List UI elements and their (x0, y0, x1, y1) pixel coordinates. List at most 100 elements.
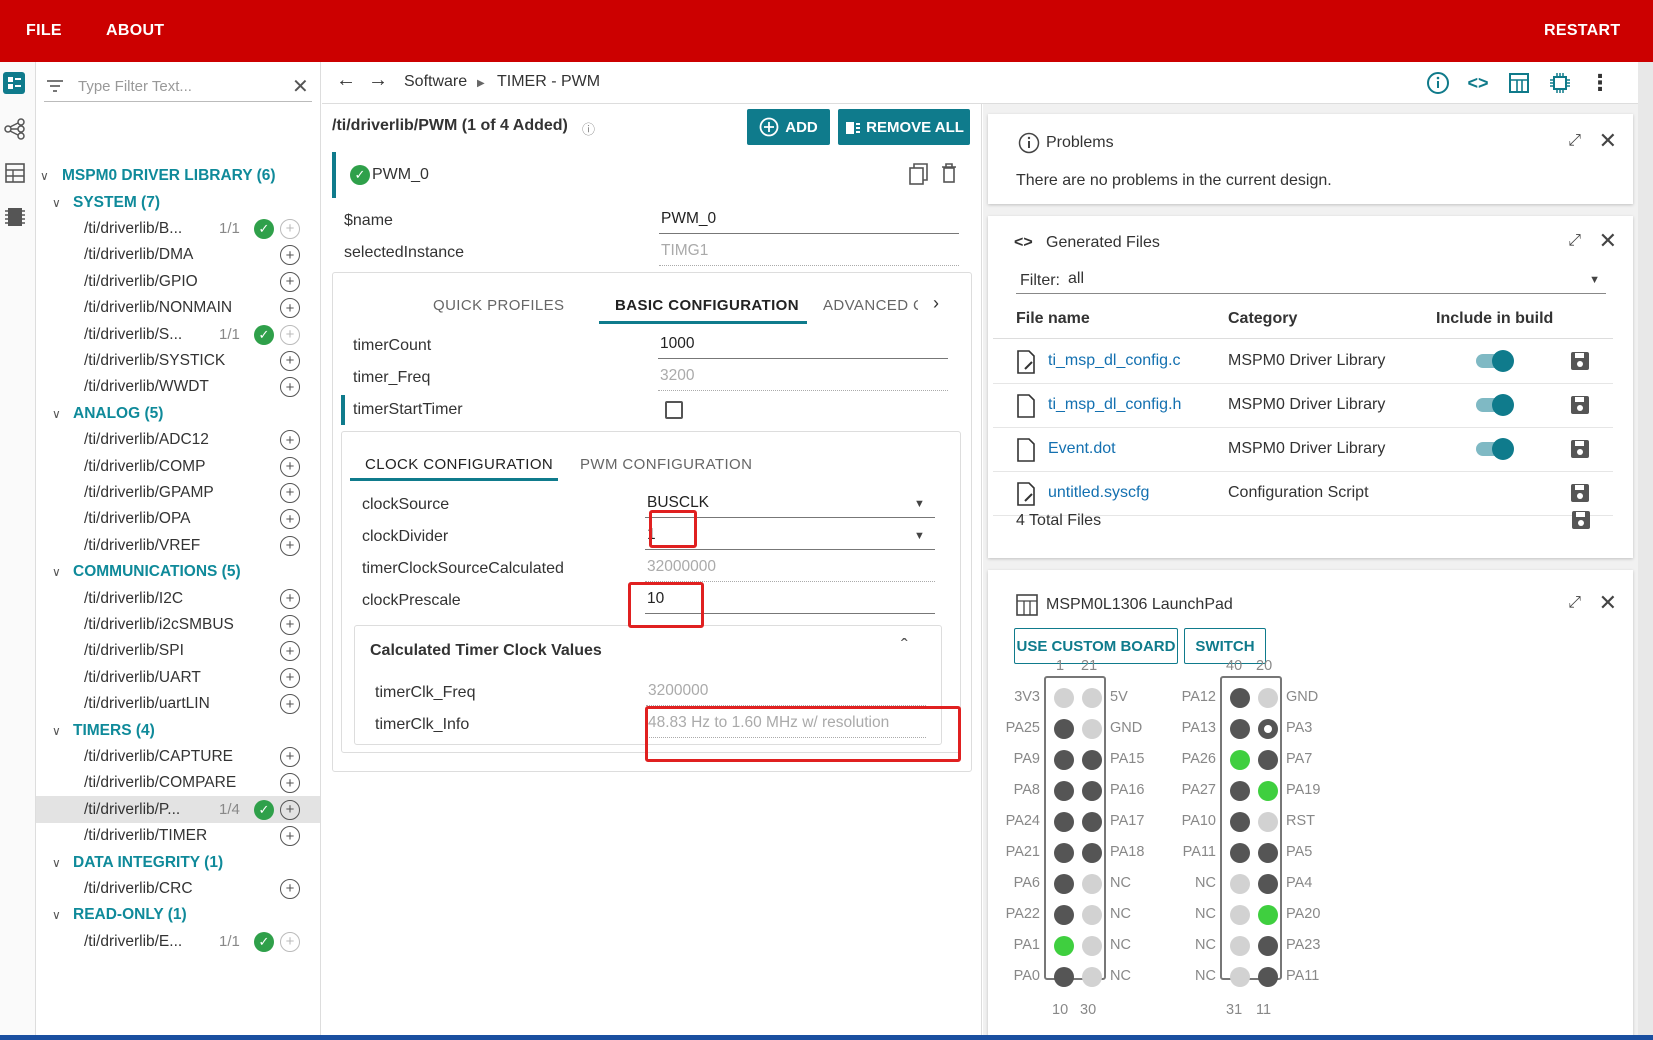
tree-category[interactable]: ∨ ANALOG (5) (36, 400, 320, 427)
pin[interactable] (1230, 750, 1250, 770)
tree-module[interactable]: /ti/driverlib/TIMER + (36, 823, 320, 850)
add-module-icon[interactable]: + (280, 826, 300, 847)
forward-arrow-icon[interactable]: → (368, 69, 388, 92)
pin[interactable] (1258, 905, 1278, 925)
topology-view-icon[interactable] (2, 116, 28, 142)
add-module-icon[interactable]: + (280, 641, 300, 662)
pin[interactable] (1054, 781, 1074, 801)
file-name-link[interactable]: untitled.syscfg (1048, 484, 1149, 502)
tree-module[interactable]: /ti/driverlib/E... 1/1 ✓ + (36, 928, 320, 955)
pin[interactable] (1230, 905, 1250, 925)
include-toggle[interactable] (1476, 438, 1514, 460)
add-module-icon[interactable]: + (280, 878, 300, 899)
file-menu[interactable]: FILE (26, 22, 62, 40)
pin[interactable] (1082, 905, 1102, 925)
close-icon[interactable]: ✕ (1599, 590, 1617, 616)
save-icon[interactable] (1571, 484, 1589, 502)
tree-module[interactable]: /ti/driverlib/ADC12 + (36, 427, 320, 454)
pin[interactable] (1054, 688, 1074, 708)
add-module-icon[interactable]: + (280, 377, 300, 398)
add-module-icon[interactable]: + (280, 588, 300, 609)
dropdown-icon[interactable]: ▼ (914, 530, 925, 542)
pin[interactable] (1082, 812, 1102, 832)
tree-module[interactable]: /ti/driverlib/VREF + (36, 532, 320, 559)
delete-icon[interactable] (940, 162, 958, 184)
more-vert-icon[interactable]: ⋮ (1587, 70, 1613, 96)
tree-module[interactable]: /ti/driverlib/NONMAIN + (36, 295, 320, 322)
pin[interactable] (1054, 967, 1074, 987)
board-view-icon[interactable] (2, 160, 28, 186)
tree-module[interactable]: /ti/driverlib/COMPARE + (36, 770, 320, 797)
tab-quick-profiles[interactable]: QUICK PROFILES (433, 297, 564, 314)
pin[interactable] (1258, 843, 1278, 863)
tree-module[interactable]: /ti/driverlib/OPA + (36, 506, 320, 533)
add-module-icon[interactable]: + (280, 245, 300, 266)
pin[interactable] (1258, 874, 1278, 894)
dropdown-icon[interactable]: ▼ (914, 498, 925, 510)
add-module-icon[interactable]: + (280, 773, 300, 794)
pin[interactable] (1230, 874, 1250, 894)
add-module-icon[interactable]: + (280, 799, 300, 820)
close-icon[interactable]: ✕ (1599, 228, 1617, 254)
back-arrow-icon[interactable]: ← (336, 69, 356, 92)
pin[interactable] (1082, 719, 1102, 739)
timer-start-checkbox[interactable] (665, 401, 683, 419)
board-icon[interactable] (1506, 70, 1532, 96)
file-filter-select[interactable]: Filter: all ▼ (1016, 268, 1606, 294)
expand-icon[interactable]: ⤢ (1568, 132, 1581, 150)
include-toggle[interactable] (1476, 394, 1514, 416)
pin[interactable] (1054, 905, 1074, 925)
instance-header[interactable]: ✓ PWM_0 (332, 152, 968, 198)
add-module-icon[interactable]: + (280, 271, 300, 292)
pin[interactable] (1258, 750, 1278, 770)
pin[interactable] (1082, 781, 1102, 801)
remove-all-button[interactable]: REMOVE ALL (838, 109, 970, 145)
add-module-icon[interactable]: + (280, 667, 300, 688)
pin[interactable] (1230, 781, 1250, 801)
pin[interactable] (1230, 812, 1250, 832)
name-input[interactable]: PWM_0 (659, 210, 959, 234)
pin[interactable] (1230, 688, 1250, 708)
chip-icon[interactable] (1547, 70, 1573, 96)
info-icon[interactable] (1425, 70, 1451, 96)
pin[interactable] (1054, 750, 1074, 770)
tree-category[interactable]: ∨ SYSTEM (7) (36, 189, 320, 216)
filter-box[interactable]: Type Filter Text... ✕ (44, 72, 312, 102)
pin[interactable] (1082, 967, 1102, 987)
add-module-icon[interactable]: + (280, 298, 300, 319)
add-module-icon[interactable]: + (280, 614, 300, 635)
tree-category[interactable]: ∨ DATA INTEGRITY (1) (36, 849, 320, 876)
add-button[interactable]: ADD (747, 109, 830, 145)
pin[interactable] (1082, 688, 1102, 708)
tree-module[interactable]: /ti/driverlib/GPAMP + (36, 479, 320, 506)
save-icon[interactable] (1571, 440, 1589, 458)
code-icon[interactable]: <> (1465, 70, 1491, 96)
switch-button[interactable]: SWITCH (1184, 628, 1266, 664)
tree-module[interactable]: /ti/driverlib/S... 1/1 ✓ + (36, 321, 320, 348)
tree-module[interactable]: /ti/driverlib/DMA + (36, 242, 320, 269)
pin[interactable] (1230, 719, 1250, 739)
tree-module[interactable]: /ti/driverlib/SYSTICK + (36, 347, 320, 374)
pin[interactable] (1054, 843, 1074, 863)
pin[interactable] (1082, 750, 1102, 770)
pin[interactable] (1258, 719, 1278, 739)
pin[interactable] (1082, 843, 1102, 863)
clear-filter-icon[interactable]: ✕ (292, 74, 309, 99)
pin[interactable] (1258, 688, 1278, 708)
tree-module[interactable]: /ti/driverlib/SPI + (36, 638, 320, 665)
scrollbar[interactable] (1638, 62, 1653, 1040)
tab-pwm-configuration[interactable]: PWM CONFIGURATION (580, 456, 752, 473)
add-module-icon[interactable]: + (280, 694, 300, 715)
tree-module[interactable]: /ti/driverlib/P... 1/4 ✓ + (36, 796, 320, 824)
pin[interactable] (1258, 967, 1278, 987)
expand-icon[interactable]: ⤢ (1568, 594, 1581, 612)
add-module-icon[interactable]: + (280, 218, 300, 239)
timer-count-input[interactable]: 1000 (658, 335, 948, 359)
add-module-icon[interactable]: + (280, 324, 300, 345)
copy-icon[interactable] (908, 162, 930, 186)
tree-module[interactable]: /ti/driverlib/uartLIN + (36, 691, 320, 718)
help-icon[interactable]: ⓘ (582, 119, 595, 138)
tree-module[interactable]: /ti/driverlib/CRC + (36, 875, 320, 902)
filter-input[interactable]: Type Filter Text... (78, 78, 192, 95)
tab-advanced[interactable]: ADVANCED C (823, 297, 918, 314)
